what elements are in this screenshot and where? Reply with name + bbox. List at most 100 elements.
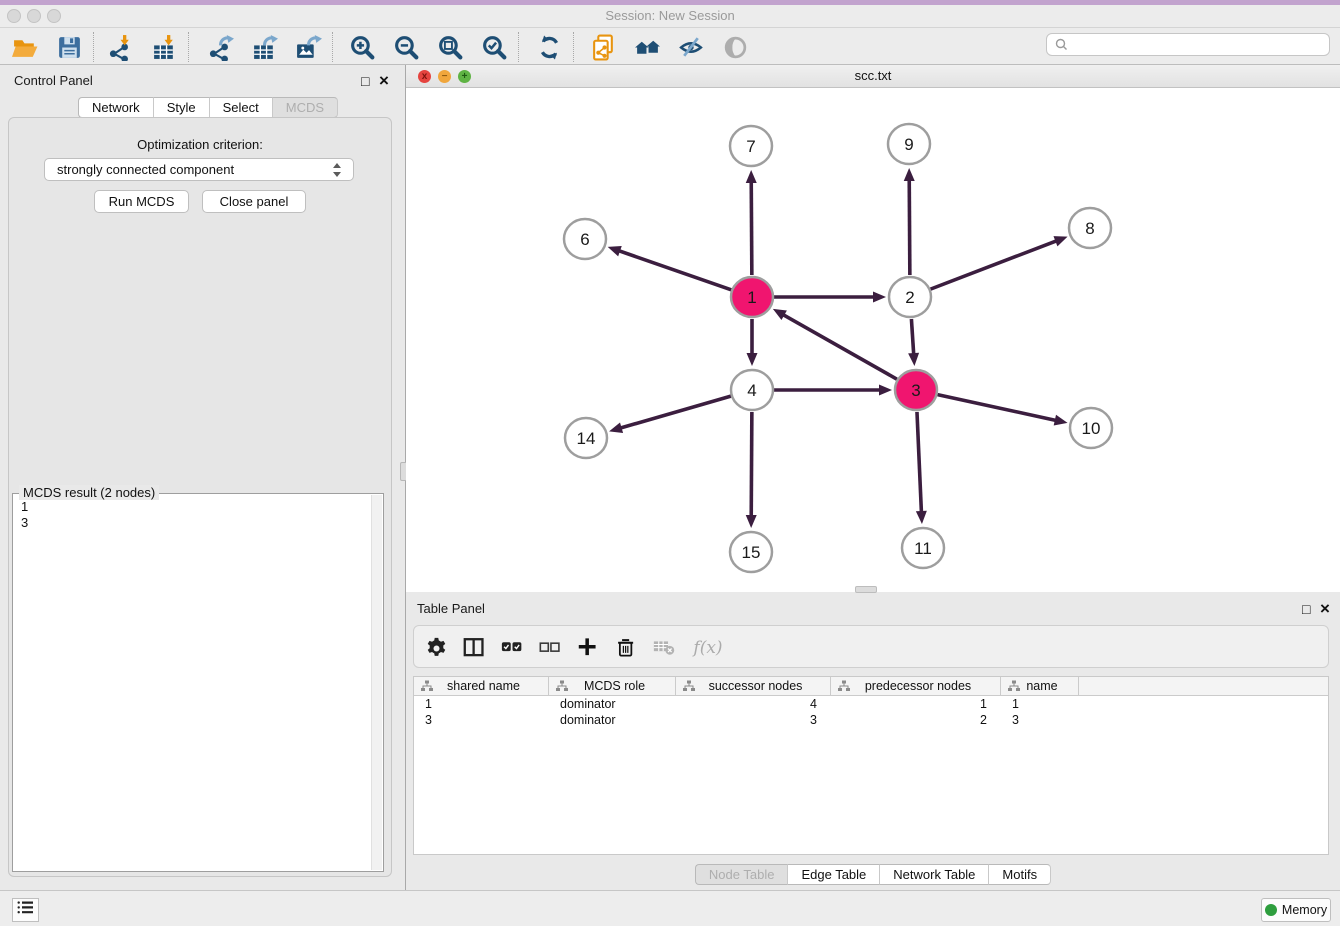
graph-node-11[interactable]: 11 [902,528,944,568]
tab-network[interactable]: Network [78,97,154,118]
table-cell[interactable]: 1 [414,696,549,712]
graph-node-3[interactable]: 3 [895,370,937,410]
table-cell[interactable]: dominator [549,712,676,728]
export-network-icon[interactable] [205,32,235,62]
edge-4-14[interactable] [620,396,731,428]
table-cell[interactable]: 3 [1001,712,1079,728]
graph-node-10[interactable]: 10 [1070,408,1112,448]
table-row[interactable]: 3dominator323 [414,712,1328,728]
mcds-result-line: 3 [21,515,28,531]
table-tab-node-table[interactable]: Node Table [695,864,789,885]
open-file-icon[interactable] [10,32,40,62]
save-session-icon[interactable] [54,32,84,62]
deselect-all-icon[interactable] [536,634,564,662]
table-cell[interactable]: 1 [831,696,1001,712]
edge-2-8[interactable] [931,241,1058,290]
zoom-out-icon[interactable] [391,32,421,62]
gear-icon[interactable] [422,634,450,662]
node-table: shared nameMCDS rolesuccessor nodesprede… [413,676,1329,855]
node-table-rows: 1dominator4113dominator323 [414,696,1328,728]
graph-node-15[interactable]: 15 [730,532,772,572]
tab-select[interactable]: Select [210,97,273,118]
column-header-name[interactable]: name [1001,677,1079,695]
refresh-layout-icon[interactable] [534,32,564,62]
graph-node-9[interactable]: 9 [888,124,930,164]
export-table-icon[interactable] [249,32,279,62]
tab-mcds[interactable]: MCDS [273,97,338,118]
zoom-fit-icon[interactable] [435,32,465,62]
table-tab-network-table[interactable]: Network Table [880,864,989,885]
table-cell[interactable]: 4 [676,696,831,712]
column-header-MCDS-role[interactable]: MCDS role [549,677,676,695]
graph-node-2[interactable]: 2 [889,277,931,317]
column-type-icon [421,680,433,692]
import-table-icon[interactable] [149,32,179,62]
edge-4-15[interactable] [751,412,752,517]
table-row[interactable]: 1dominator411 [414,696,1328,712]
export-image-icon[interactable] [293,32,323,62]
table-cell[interactable]: 2 [831,712,1001,728]
select-all-icon[interactable] [498,634,526,662]
edge-1-6[interactable] [618,250,731,289]
import-network-icon[interactable] [105,32,135,62]
table-close-panel-icon[interactable]: × [1320,603,1330,615]
tab-style[interactable]: Style [154,97,210,118]
edge-3-1[interactable] [782,314,896,379]
network-minimize-icon[interactable]: − [438,70,451,83]
close-window-icon[interactable] [7,9,21,23]
float-panel-icon[interactable]: □ [361,75,369,87]
table-cell[interactable]: 3 [676,712,831,728]
graph-node-7[interactable]: 7 [730,126,772,166]
close-panel-icon[interactable]: × [379,75,389,87]
network-close-icon[interactable]: x [418,70,431,83]
first-neighbors-icon[interactable] [632,32,662,62]
table-float-panel-icon[interactable]: □ [1302,603,1310,615]
node-label: 1 [747,288,756,307]
network-zoom-icon[interactable]: + [458,70,471,83]
zoom-window-icon[interactable] [47,9,61,23]
edge-3-11[interactable] [917,412,921,513]
table-cell[interactable]: 3 [414,712,549,728]
search-input[interactable] [1072,37,1329,52]
edge-3-10[interactable] [937,395,1056,421]
column-header-shared-name[interactable]: shared name [414,677,549,695]
graph-node-4[interactable]: 4 [731,370,773,410]
table-tab-edge-table[interactable]: Edge Table [788,864,880,885]
criterion-dropdown[interactable]: strongly connected component [44,158,354,181]
mcds-result-group: MCDS result (2 nodes) 13 [12,493,384,872]
run-mcds-button[interactable]: Run MCDS [94,190,189,213]
table-panel-title: Table Panel [417,601,485,616]
column-header-label: shared name [433,679,548,693]
status-menu-button[interactable] [12,898,39,922]
split-view-icon[interactable] [460,634,488,662]
zoom-in-icon[interactable] [347,32,377,62]
table-cell[interactable]: 1 [1001,696,1079,712]
memory-button[interactable]: Memory [1261,898,1331,922]
mcds-result-scrollbar[interactable] [371,495,382,870]
search-box[interactable] [1046,33,1330,56]
table-cell[interactable]: dominator [549,696,676,712]
graph-node-8[interactable]: 8 [1069,208,1111,248]
hide-selected-icon[interactable] [676,32,706,62]
delete-column-icon[interactable] [612,634,640,662]
node-label: 2 [905,288,914,307]
clone-network-icon[interactable] [588,32,618,62]
zoom-selected-icon[interactable] [479,32,509,62]
horizontal-splitter-handle[interactable] [855,586,877,593]
edge-1-7[interactable] [751,181,752,275]
show-all-icon[interactable] [720,32,750,62]
add-column-icon[interactable] [574,634,602,662]
graph-node-6[interactable]: 6 [564,219,606,259]
mcds-result-list[interactable]: 13 [21,499,28,531]
column-header-successor-nodes[interactable]: successor nodes [676,677,831,695]
graph-node-1[interactable]: 1 [731,277,773,317]
graph-node-14[interactable]: 14 [565,418,607,458]
edge-2-9[interactable] [909,179,910,275]
column-header-predecessor-nodes[interactable]: predecessor nodes [831,677,1001,695]
edge-2-3[interactable] [911,319,913,355]
table-tab-motifs[interactable]: Motifs [989,864,1051,885]
network-canvas[interactable]: 7 9 6 8 1 2 4 3 14 10 15 11 [406,88,1340,592]
node-label: 3 [911,381,920,400]
close-panel-button[interactable]: Close panel [202,190,306,213]
minimize-window-icon[interactable] [27,9,41,23]
